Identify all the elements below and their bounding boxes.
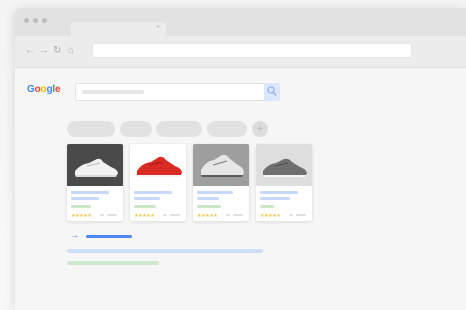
sneaker-icon (67, 144, 123, 186)
product-title (134, 191, 172, 194)
browser-toolbar: ← → ↻ ⌂ (15, 36, 466, 68)
search-input[interactable] (75, 83, 265, 101)
forward-arrow-icon[interactable]: → (39, 45, 49, 57)
rating-count (100, 214, 104, 216)
browser-tab[interactable]: × (71, 22, 166, 36)
more-products-link[interactable] (86, 235, 132, 238)
seller-name (170, 214, 180, 216)
rating-stars: ★★★★★ (134, 213, 155, 219)
result-url (67, 261, 159, 265)
seller-name (296, 214, 306, 216)
home-icon[interactable]: ⌂ (68, 45, 74, 57)
filter-chip[interactable] (120, 121, 152, 137)
logo-letter: e (54, 84, 61, 95)
rating-count (289, 214, 293, 216)
arrow-right-icon[interactable]: → (70, 231, 79, 240)
rating-stars: ★★★★★ (71, 213, 92, 219)
window-zoom-dot[interactable] (42, 18, 47, 23)
product-title (260, 197, 290, 200)
product-title (197, 197, 219, 200)
more-filters-button[interactable]: + (252, 121, 268, 137)
sneaker-icon (193, 144, 249, 186)
product-image (130, 144, 186, 186)
sneaker-icon (256, 144, 312, 186)
result-title[interactable] (67, 249, 263, 253)
tab-close-icon[interactable]: × (156, 24, 160, 32)
filter-chip[interactable] (156, 121, 202, 137)
rating-count (226, 214, 230, 216)
product-image (67, 144, 123, 186)
google-logo: Google (27, 84, 61, 95)
window-close-dot[interactable] (24, 18, 29, 23)
product-title (71, 191, 109, 194)
product-image (193, 144, 249, 186)
product-card[interactable]: ★★★★★ (130, 144, 186, 221)
browser-titlebar: × (15, 8, 466, 36)
reload-icon[interactable]: ↻ (53, 45, 61, 57)
seller-name (233, 214, 243, 216)
seller-name (107, 214, 117, 216)
product-title (197, 191, 233, 194)
product-title (260, 191, 298, 194)
search-query-placeholder (82, 90, 144, 94)
rating-stars: ★★★★★ (197, 213, 218, 219)
sneaker-icon (130, 144, 186, 186)
search-results-page: Google + ★★★★★ ★★★★★ ★★★★★ ★★★★★ → (15, 68, 466, 310)
product-title (134, 197, 160, 200)
product-price (260, 205, 274, 208)
search-icon (267, 86, 277, 96)
rating-count (163, 214, 167, 216)
product-card[interactable]: ★★★★★ (67, 144, 123, 221)
background: × ← → ↻ ⌂ Google + ★★★★★ ★★★★★ ★★★★★ ★★★… (0, 0, 466, 310)
browser-window: × ← → ↻ ⌂ Google + ★★★★★ ★★★★★ ★★★★★ ★★★… (15, 8, 466, 310)
product-card[interactable]: ★★★★★ (193, 144, 249, 221)
address-bar[interactable] (93, 44, 411, 57)
product-price (197, 205, 221, 208)
back-arrow-icon[interactable]: ← (25, 45, 35, 57)
product-card[interactable]: ★★★★★ (256, 144, 312, 221)
product-price (134, 205, 156, 208)
product-price (71, 205, 91, 208)
rating-stars: ★★★★★ (260, 213, 281, 219)
filter-chip[interactable] (207, 121, 247, 137)
search-button[interactable] (264, 83, 280, 101)
window-minimize-dot[interactable] (33, 18, 38, 23)
filter-chip[interactable] (67, 121, 115, 137)
product-title (71, 197, 99, 200)
logo-letter: G (27, 84, 35, 95)
product-image (256, 144, 312, 186)
